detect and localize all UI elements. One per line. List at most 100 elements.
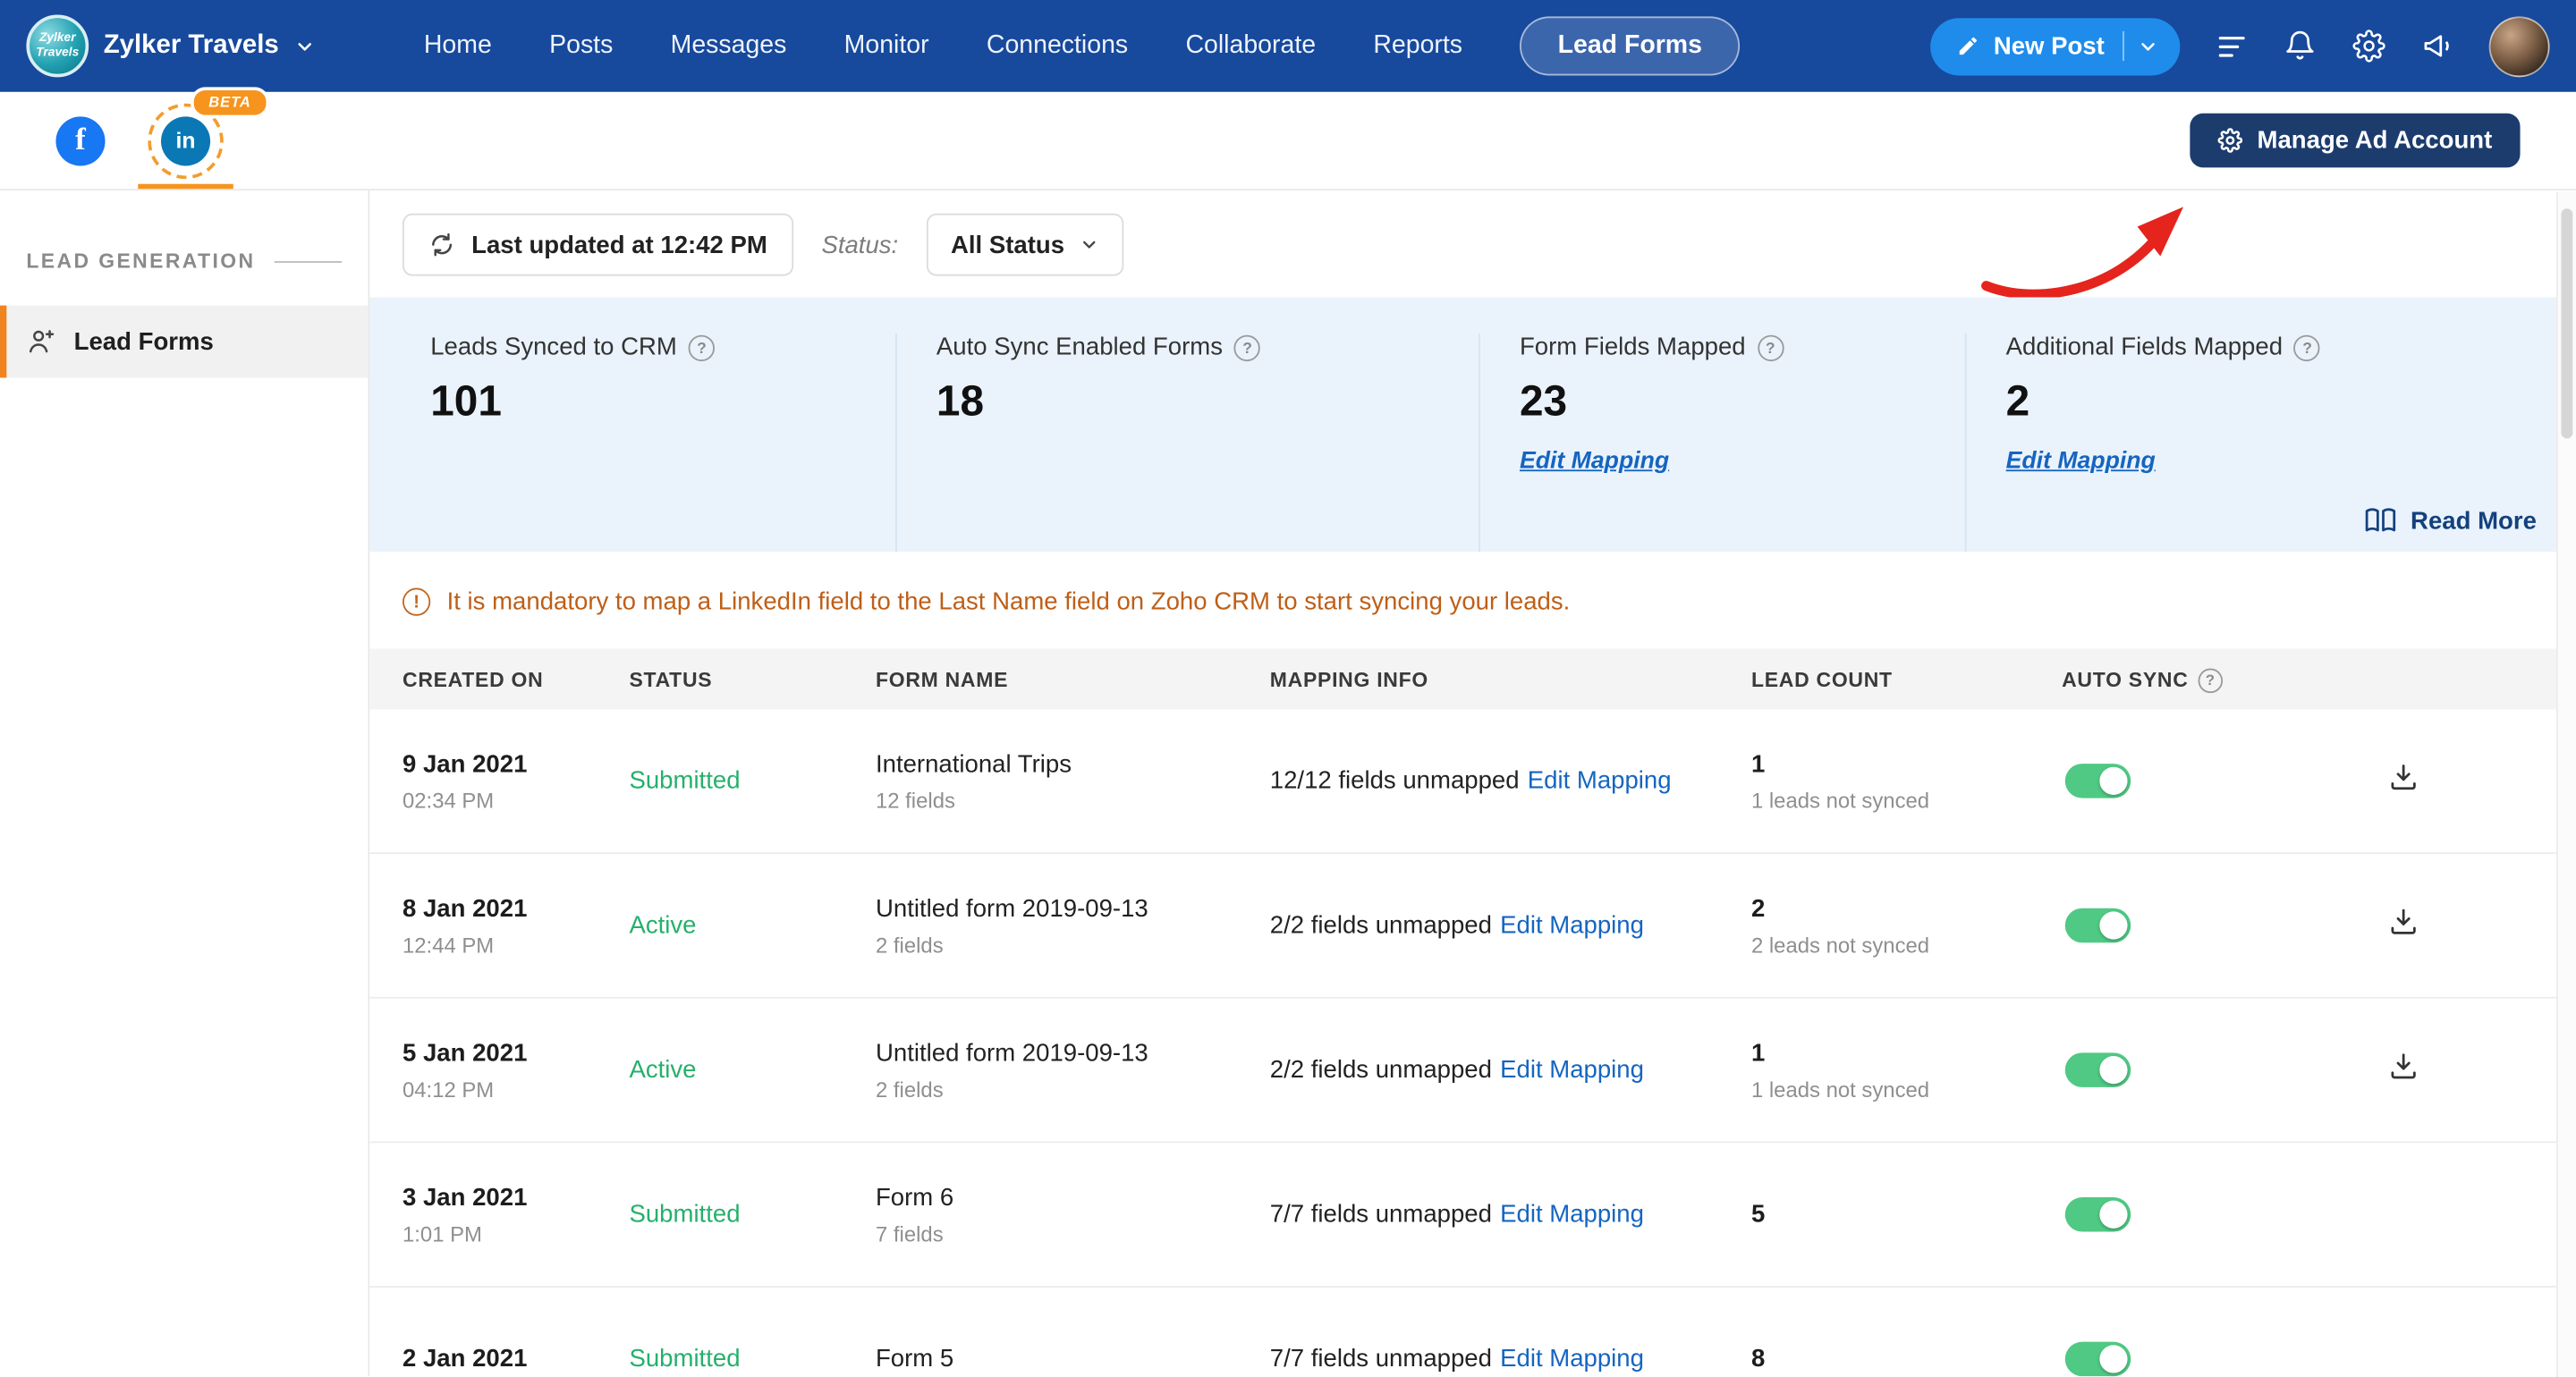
auto-sync-header-label: AUTO SYNC xyxy=(2062,668,2188,691)
auto-sync-toggle[interactable] xyxy=(2065,1342,2131,1377)
user-avatar[interactable] xyxy=(2489,15,2550,76)
announcement-megaphone-icon[interactable] xyxy=(2420,28,2456,63)
last-updated-text: Last updated at 12:42 PM xyxy=(471,231,767,258)
sidebar: LEAD GENERATION Lead Forms xyxy=(0,190,369,1376)
mapping-status: 2/2 fields unmapped xyxy=(1270,911,1492,939)
mapping-info-cell: 2/2 fields unmapped Edit Mapping xyxy=(1270,911,1751,939)
form-name: Untitled form 2019-09-13 xyxy=(876,894,1270,922)
nav-item[interactable]: Home xyxy=(424,31,492,61)
brand-selector[interactable]: Zylker Travels Zylker Travels xyxy=(26,15,407,78)
status-cell: Active xyxy=(629,1056,876,1084)
auto-sync-cell xyxy=(2062,1342,2374,1377)
leads-not-synced: 1 leads not synced xyxy=(1751,1077,2062,1102)
nav-item[interactable]: Collaborate xyxy=(1185,31,1316,61)
actions-cell xyxy=(2374,1050,2556,1091)
lead-count-cell: 8 xyxy=(1751,1345,2062,1373)
edit-mapping-link[interactable]: Edit Mapping xyxy=(2006,448,2156,474)
help-icon[interactable]: ? xyxy=(2199,668,2224,693)
status-cell: Active xyxy=(629,911,876,939)
edit-mapping-link[interactable]: Edit Mapping xyxy=(1500,1201,1644,1229)
auto-sync-toggle[interactable] xyxy=(2065,908,2131,943)
help-icon[interactable]: ? xyxy=(2294,335,2320,361)
col-form-name: FORM NAME xyxy=(876,668,1270,691)
nav-item[interactable]: Lead Forms xyxy=(1520,16,1740,75)
edit-mapping-link[interactable]: Edit Mapping xyxy=(1528,767,1672,795)
lead-count: 2 xyxy=(1751,894,2062,922)
auto-sync-cell xyxy=(2062,764,2374,798)
status-filter-dropdown[interactable]: All Status xyxy=(926,214,1123,276)
toolbar: Last updated at 12:42 PM Status: All Sta… xyxy=(402,214,2523,276)
scrollbar-thumb[interactable] xyxy=(2561,208,2572,438)
mapping-status: 2/2 fields unmapped xyxy=(1270,1056,1492,1084)
help-icon[interactable]: ? xyxy=(1757,335,1783,361)
status-filter-label: Status: xyxy=(821,231,898,258)
download-icon[interactable] xyxy=(2387,760,2420,793)
brand-logo: Zylker Travels xyxy=(26,15,89,78)
refresh-last-updated-button[interactable]: Last updated at 12:42 PM xyxy=(402,214,793,276)
sidebar-item-lead-forms[interactable]: Lead Forms xyxy=(0,306,368,378)
mandatory-mapping-warning: ! It is mandatory to map a LinkedIn fiel… xyxy=(402,588,2523,616)
nav-item[interactable]: Connections xyxy=(987,31,1128,61)
auto-sync-toggle[interactable] xyxy=(2065,1197,2131,1232)
new-post-dropdown[interactable] xyxy=(2124,23,2170,69)
table-row: 8 Jan 2021 12:44 PM Active Untitled form… xyxy=(369,854,2556,999)
manage-ad-account-label: Manage Ad Account xyxy=(2258,126,2493,154)
edit-mapping-link[interactable]: Edit Mapping xyxy=(1500,911,1644,939)
edit-mapping-link[interactable]: Edit Mapping xyxy=(1500,1345,1644,1373)
auto-sync-cell xyxy=(2062,908,2374,943)
status-filter-value: All Status xyxy=(951,231,1064,258)
download-icon[interactable] xyxy=(2387,905,2420,938)
download-icon[interactable] xyxy=(2387,1050,2420,1083)
app-window: Zylker Travels Zylker Travels Home Posts… xyxy=(0,0,2576,1377)
auto-sync-toggle[interactable] xyxy=(2065,1052,2131,1087)
toggle-knob xyxy=(2099,911,2127,939)
toggle-knob xyxy=(2099,1056,2127,1084)
read-more-link[interactable]: Read More xyxy=(2365,504,2537,537)
edit-mapping-link[interactable]: Edit Mapping xyxy=(1520,448,1669,474)
navbar-right: New Post xyxy=(1931,15,2550,76)
help-icon[interactable]: ? xyxy=(1234,335,1260,361)
nav-item[interactable]: Monitor xyxy=(844,31,929,61)
row-date: 9 Jan 2021 xyxy=(402,749,629,777)
nav-item[interactable]: Reports xyxy=(1373,31,1462,61)
table-row: 9 Jan 2021 02:34 PM Submitted Internatio… xyxy=(369,709,2556,854)
auto-sync-cell xyxy=(2062,1052,2374,1087)
form-fields-count: 2 fields xyxy=(876,1077,1270,1102)
menu-lines-icon[interactable] xyxy=(2213,28,2249,63)
linkedin-channel-selected[interactable]: in BETA xyxy=(148,103,223,178)
lead-count-cell: 2 2 leads not synced xyxy=(1751,894,2062,957)
book-icon xyxy=(2365,504,2398,537)
created-on-cell: 9 Jan 2021 02:34 PM xyxy=(402,749,629,812)
table-row: 3 Jan 2021 1:01 PM Submitted Form 6 7 fi… xyxy=(369,1143,2556,1288)
nav-item[interactable]: Messages xyxy=(671,31,787,61)
settings-gear-icon[interactable] xyxy=(2351,28,2386,63)
warning-text: It is mandatory to map a LinkedIn field … xyxy=(447,588,1571,616)
manage-ad-account-button[interactable]: Manage Ad Account xyxy=(2190,114,2520,168)
mapping-info-cell: 7/7 fields unmappedEdit Mapping xyxy=(1270,1345,1751,1373)
new-post-label: New Post xyxy=(1994,32,2105,60)
toggle-knob xyxy=(2099,767,2127,795)
vertical-scrollbar xyxy=(2556,192,2576,1377)
facebook-channel-icon[interactable]: f xyxy=(55,115,105,165)
auto-sync-toggle[interactable] xyxy=(2065,764,2131,798)
help-icon[interactable]: ? xyxy=(689,335,715,361)
notifications-bell-icon[interactable] xyxy=(2282,28,2318,63)
new-post-button[interactable]: New Post xyxy=(1931,17,2180,74)
nav-item[interactable]: Posts xyxy=(549,31,613,61)
lead-count-cell: 5 xyxy=(1751,1201,2062,1229)
stat-value: 101 xyxy=(430,376,895,427)
form-name-cell: Untitled form 2019-09-13 2 fields xyxy=(876,1039,1270,1102)
col-mapping-info: MAPPING INFO xyxy=(1270,668,1751,691)
edit-mapping-link[interactable]: Edit Mapping xyxy=(1500,1056,1644,1084)
linkedin-icon: in xyxy=(161,115,210,165)
lead-count: 1 xyxy=(1751,1039,2062,1067)
lead-person-icon xyxy=(26,327,55,357)
form-name: International Trips xyxy=(876,749,1270,777)
col-lead-count: LEAD COUNT xyxy=(1751,668,2062,691)
row-date: 2 Jan 2021 xyxy=(402,1345,629,1373)
read-more-label: Read More xyxy=(2411,507,2537,535)
stat-value: 23 xyxy=(1520,376,1965,427)
created-on-cell: 3 Jan 2021 1:01 PM xyxy=(402,1183,629,1246)
logo-text-2: Travels xyxy=(36,46,79,60)
created-on-cell: 2 Jan 2021 xyxy=(402,1345,629,1373)
